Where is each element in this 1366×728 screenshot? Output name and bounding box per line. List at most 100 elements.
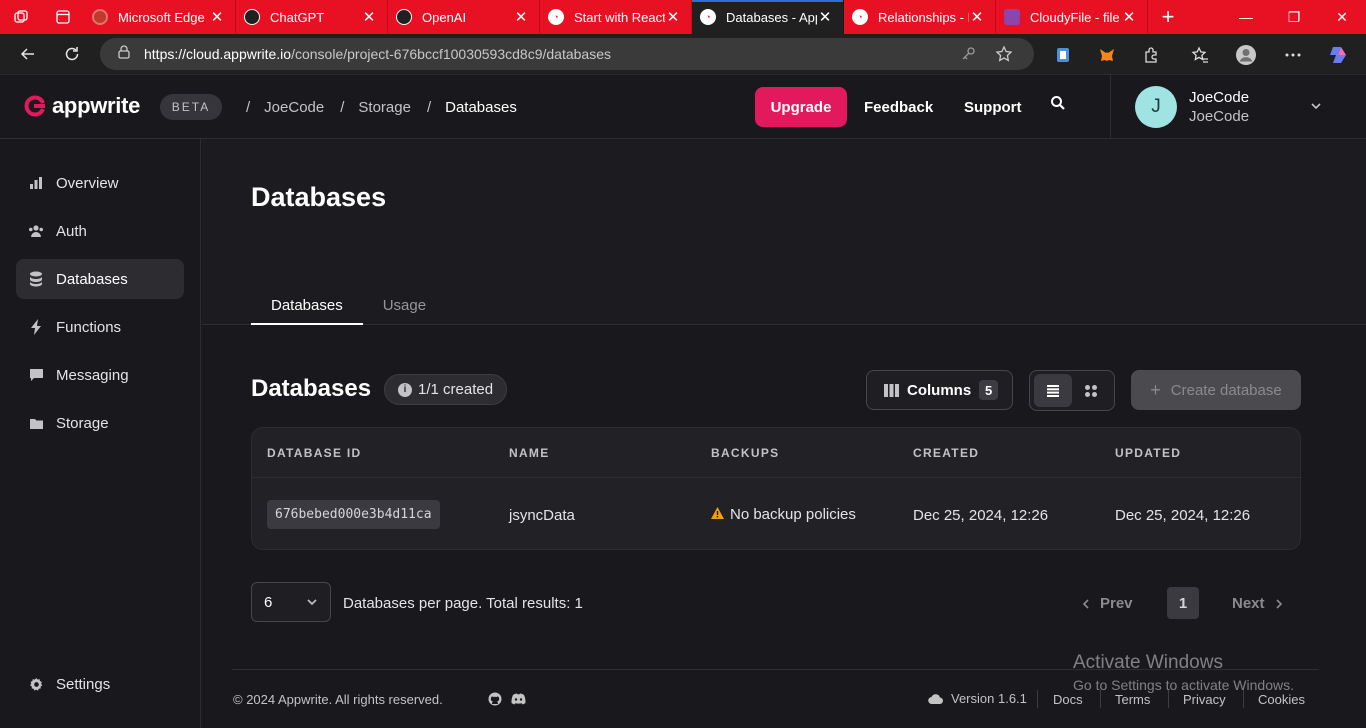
browser-tab[interactable]: Microsoft Edge | ✕ <box>84 0 236 34</box>
page-number-button[interactable]: 1 <box>1167 587 1199 619</box>
refresh-icon[interactable] <box>51 38 93 70</box>
sidebar-item-label: Storage <box>56 414 109 432</box>
lightning-icon <box>28 319 44 335</box>
column-header-backups[interactable]: BACKUPS <box>711 446 779 460</box>
breadcrumb-separator: / <box>426 98 432 116</box>
column-header-created[interactable]: CREATED <box>913 446 979 460</box>
breadcrumb-storage[interactable]: Storage <box>358 99 411 116</box>
chevron-down-icon[interactable] <box>1310 99 1322 117</box>
column-header-name[interactable]: NAME <box>509 446 550 460</box>
close-tab-icon[interactable]: ✕ <box>1121 10 1137 25</box>
per-page-select[interactable]: 6 <box>251 582 331 622</box>
columns-button[interactable]: Columns 5 <box>866 370 1013 410</box>
per-page-value: 6 <box>264 593 273 611</box>
logo-text: appwrite <box>52 93 141 118</box>
new-tab-button[interactable]: + <box>1148 0 1188 34</box>
grid-view-icon[interactable] <box>1072 374 1110 407</box>
column-header-updated[interactable]: UPDATED <box>1115 446 1181 460</box>
tab-usage[interactable]: Usage <box>363 287 446 325</box>
sidebar-item-databases[interactable]: Databases <box>16 259 184 299</box>
page-title: Databases <box>251 182 387 212</box>
site-info-icon[interactable] <box>116 44 132 65</box>
browser-tab[interactable]: ◔ Start with React - ✕ <box>540 0 692 34</box>
next-page-button[interactable]: Next <box>1232 595 1283 612</box>
footer-link-docs[interactable]: Docs <box>1053 692 1083 707</box>
chevron-right-icon <box>1275 598 1283 609</box>
more-menu-icon[interactable] <box>1275 34 1311 75</box>
copilot-icon[interactable] <box>1320 34 1356 75</box>
favorite-star-icon[interactable] <box>986 45 1022 63</box>
chevron-down-icon <box>306 595 318 612</box>
breadcrumb-project[interactable]: JoeCode <box>264 99 324 116</box>
tab-databases[interactable]: Databases <box>251 287 363 325</box>
sidebar-item-auth[interactable]: Auth <box>16 211 184 251</box>
discord-icon[interactable] <box>511 692 526 710</box>
folder-icon <box>28 415 44 431</box>
browser-tab[interactable]: ◔ Relationships - D ✕ <box>844 0 996 34</box>
profile-icon[interactable] <box>1228 34 1264 75</box>
close-tab-icon[interactable]: ✕ <box>969 10 985 25</box>
browser-tab[interactable]: CloudyFile - file u ✕ <box>996 0 1148 34</box>
breadcrumb-separator: / <box>340 98 345 116</box>
browser-tab[interactable]: OpenAI ✕ <box>388 0 540 34</box>
user-name[interactable]: JoeCode <box>1189 89 1249 106</box>
close-tab-icon[interactable]: ✕ <box>817 10 833 25</box>
upgrade-button[interactable]: Upgrade <box>755 87 847 127</box>
extensions-puzzle-icon[interactable] <box>1133 34 1169 75</box>
appwrite-logo[interactable]: appwrite <box>24 93 140 119</box>
minimize-icon[interactable]: — <box>1222 0 1270 34</box>
database-id-chip[interactable]: 676bebed000e3b4d11ca <box>267 500 440 529</box>
extension-icon[interactable] <box>1045 34 1081 75</box>
close-tab-icon[interactable]: ✕ <box>665 10 681 25</box>
list-view-icon[interactable] <box>1034 374 1072 407</box>
prev-page-button[interactable]: Prev <box>1082 595 1133 612</box>
metamask-icon[interactable] <box>1089 34 1125 75</box>
close-window-icon[interactable]: ✕ <box>1318 0 1366 34</box>
workspaces-icon[interactable] <box>0 0 42 34</box>
search-icon[interactable] <box>1050 95 1066 116</box>
database-name: jsyncData <box>509 507 575 524</box>
restore-icon[interactable]: ❐ <box>1270 0 1318 34</box>
key-icon[interactable] <box>950 46 986 62</box>
browser-tab-strip: Microsoft Edge | ✕ ChatGPT ✕ OpenAI ✕ ◔ … <box>0 0 1366 34</box>
created-count-text: 1/1 created <box>418 381 494 398</box>
browser-tab-active[interactable]: ◔ Databases - Appw ✕ <box>692 0 844 34</box>
sidebar-item-messaging[interactable]: Messaging <box>16 355 184 395</box>
breadcrumb-current: Databases <box>445 98 517 116</box>
backup-status: No backup policies <box>711 506 856 523</box>
browser-tab[interactable]: ChatGPT ✕ <box>236 0 388 34</box>
create-database-button[interactable]: + Create database <box>1131 370 1301 410</box>
page-header: Databases Databases Usage <box>202 139 1366 325</box>
tab-title: OpenAI <box>422 9 467 25</box>
tab-actions-icon[interactable] <box>42 0 84 34</box>
databases-table: DATABASE ID NAME BACKUPS CREATED UPDATED… <box>251 427 1302 550</box>
address-bar[interactable]: https://cloud.appwrite.io/console/projec… <box>100 38 1034 70</box>
header-divider <box>1110 75 1111 139</box>
sidebar-item-functions[interactable]: Functions <box>16 307 184 347</box>
close-tab-icon[interactable]: ✕ <box>361 10 377 25</box>
warning-icon <box>711 506 724 523</box>
sidebar-item-storage[interactable]: Storage <box>16 403 184 443</box>
breadcrumb-separator: / <box>246 98 251 116</box>
sidebar-item-settings[interactable]: Settings <box>16 664 184 704</box>
column-header-id[interactable]: DATABASE ID <box>267 446 362 460</box>
footer-link-privacy[interactable]: Privacy <box>1183 692 1226 707</box>
windows-activation-watermark: Activate Windows Go to Settings to activ… <box>1073 652 1294 693</box>
version-info: Version 1.6.1 <box>928 691 1027 706</box>
close-tab-icon[interactable]: ✕ <box>513 10 529 25</box>
back-arrow-icon[interactable] <box>7 38 49 70</box>
close-tab-icon[interactable]: ✕ <box>209 10 225 25</box>
footer-link-terms[interactable]: Terms <box>1115 692 1150 707</box>
main-content: Databases Databases Usage Databases i 1/… <box>202 139 1366 728</box>
sidebar-item-overview[interactable]: Overview <box>16 163 184 203</box>
feedback-button[interactable]: Feedback <box>864 87 933 127</box>
cloud-icon <box>928 693 943 704</box>
support-button[interactable]: Support <box>964 87 1022 127</box>
browser-toolbar: https://cloud.appwrite.io/console/projec… <box>0 34 1366 75</box>
footer-link-cookies[interactable]: Cookies <box>1258 692 1305 707</box>
avatar[interactable]: J <box>1135 86 1177 128</box>
favorites-icon[interactable] <box>1182 34 1218 75</box>
users-icon <box>28 223 44 239</box>
github-icon[interactable] <box>488 692 502 711</box>
watermark-title: Activate Windows <box>1073 652 1223 673</box>
